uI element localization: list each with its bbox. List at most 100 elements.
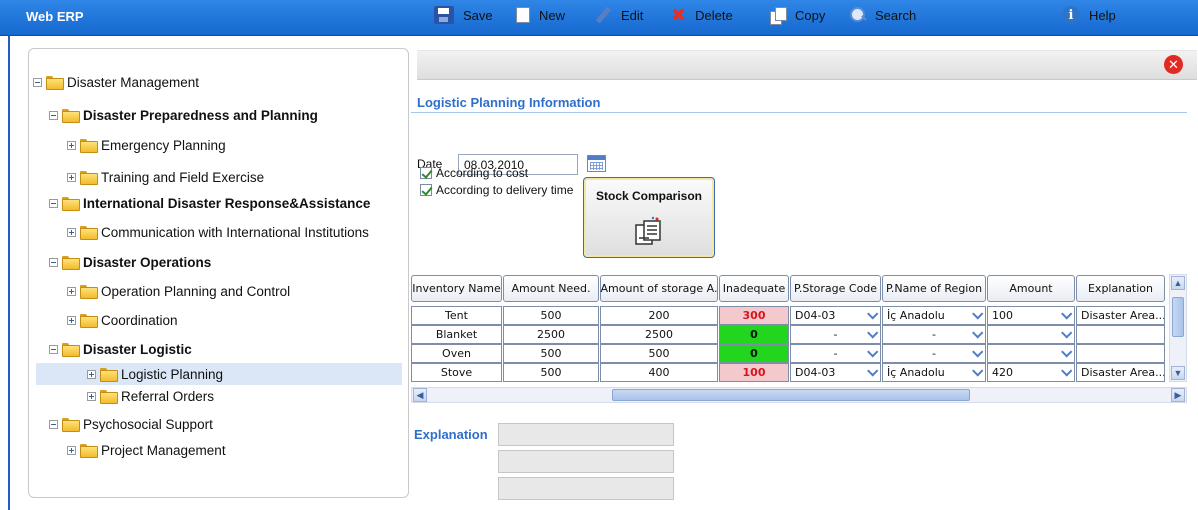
search-button[interactable]: Search [850,5,916,25]
chevron-down-icon[interactable] [1062,369,1071,375]
tree-item-referral-orders[interactable]: Referral Orders [87,385,214,407]
region-select[interactable]: İç Anadolu [882,306,986,325]
tree-item-operation-planning[interactable]: Operation Planning and Control [67,280,290,302]
chevron-down-icon[interactable] [868,312,877,318]
expand-icon[interactable] [67,140,76,150]
collapse-icon[interactable] [49,257,58,267]
tree-item-project-management[interactable]: Project Management [67,439,226,461]
amount-select[interactable] [987,325,1075,344]
checkmark-icon[interactable] [420,184,432,196]
region-select[interactable]: - [882,344,986,363]
expand-icon[interactable] [67,315,76,325]
save-button[interactable]: Save [434,5,493,25]
vertical-scrollbar[interactable]: ▲ ▼ [1169,274,1187,382]
explanation-field-1[interactable] [498,423,674,446]
close-icon[interactable]: ✕ [1164,55,1183,74]
cell-inventory-name[interactable]: Blanket [411,325,502,344]
cell-inventory-name[interactable]: Stove [411,363,502,382]
tree-item-communication[interactable]: Communication with International Institu… [67,221,369,243]
horizontal-scroll-thumb[interactable] [612,389,970,401]
storage-code-select[interactable]: D04-03 [790,306,881,325]
chevron-down-icon[interactable] [973,350,982,356]
tree-item-psychosocial-support[interactable]: Psychosocial Support [49,413,213,435]
help-button[interactable]: i Help [1062,5,1116,25]
scroll-down-icon[interactable]: ▼ [1171,366,1185,380]
collapse-icon[interactable] [49,110,58,120]
column-header-region[interactable]: P.Name of Region [882,275,986,302]
expand-icon[interactable] [67,286,76,296]
column-header-inadequate[interactable]: Inadequate [719,275,789,302]
scroll-up-icon[interactable]: ▲ [1171,276,1185,290]
scroll-left-icon[interactable]: ◀ [413,388,427,402]
cell-amount-need[interactable]: 500 [503,363,599,382]
expand-icon[interactable] [67,445,76,455]
copy-button[interactable]: Copy [770,5,825,25]
cell-amount-need[interactable]: 500 [503,306,599,325]
region-select[interactable]: İç Anadolu [882,363,986,382]
cell-explanation[interactable]: Disaster Area.... [1076,306,1165,325]
chevron-down-icon[interactable] [1062,350,1071,356]
collapse-icon[interactable] [49,198,58,208]
tree-item-emergency-planning[interactable]: Emergency Planning [67,134,226,156]
tree-item-disaster-preparedness[interactable]: Disaster Preparedness and Planning [49,104,318,126]
cell-inventory-name[interactable]: Oven [411,344,502,363]
column-header-amount-need[interactable]: Amount Need. [503,275,599,302]
checkmark-icon[interactable] [420,167,432,179]
tree-item-disaster-management[interactable]: Disaster Management [33,71,199,93]
amount-select[interactable]: 100 [987,306,1075,325]
calendar-icon[interactable] [587,155,606,172]
chevron-down-icon[interactable] [868,350,877,356]
delete-button[interactable]: ✖ Delete [671,5,733,25]
explanation-field-3[interactable] [498,477,674,500]
cell-amount-storage[interactable]: 400 [600,363,718,382]
tree-item-disaster-logistic[interactable]: Disaster Logistic [49,338,192,360]
expand-icon[interactable] [87,369,96,379]
according-to-cost-checkbox[interactable]: According to cost [420,166,528,180]
tree-item-disaster-operations[interactable]: Disaster Operations [49,251,211,273]
column-header-storage-code[interactable]: P.Storage Code [790,275,881,302]
cell-explanation[interactable]: Disaster Area.... [1076,363,1165,382]
cell-explanation[interactable] [1076,344,1165,363]
tree-item-international-response[interactable]: International Disaster Response&Assistan… [49,192,370,214]
cell-explanation[interactable] [1076,325,1165,344]
column-header-explanation[interactable]: Explanation [1076,275,1165,302]
storage-code-select[interactable]: - [790,325,881,344]
cell-amount-storage[interactable]: 2500 [600,325,718,344]
column-header-amount[interactable]: Amount [987,275,1075,302]
tree-item-coordination[interactable]: Coordination [67,309,178,331]
new-button[interactable]: New [516,5,565,25]
cell-amount-storage[interactable]: 200 [600,306,718,325]
cell-amount-need[interactable]: 2500 [503,325,599,344]
chevron-down-icon[interactable] [1062,331,1071,337]
horizontal-scrollbar[interactable]: ◀ ▶ [411,387,1187,403]
collapse-icon[interactable] [49,419,58,429]
stock-comparison-button[interactable]: Stock Comparison [583,177,715,258]
expand-icon[interactable] [67,227,76,237]
chevron-down-icon[interactable] [868,331,877,337]
tree-item-logistic-planning[interactable]: Logistic Planning [87,363,223,385]
expand-icon[interactable] [67,172,76,182]
cell-amount-storage[interactable]: 500 [600,344,718,363]
tree-item-training[interactable]: Training and Field Exercise [67,166,264,188]
region-select[interactable]: - [882,325,986,344]
chevron-down-icon[interactable] [973,331,982,337]
chevron-down-icon[interactable] [1062,312,1071,318]
chevron-down-icon[interactable] [973,369,982,375]
collapse-icon[interactable] [33,77,42,87]
cell-amount-need[interactable]: 500 [503,344,599,363]
amount-select[interactable] [987,344,1075,363]
chevron-down-icon[interactable] [973,312,982,318]
explanation-field-2[interactable] [498,450,674,473]
chevron-down-icon[interactable] [868,369,877,375]
column-header-amount-storage[interactable]: Amount of storage A. [600,275,718,302]
according-to-delivery-checkbox[interactable]: According to delivery time [420,183,573,197]
column-header-inventory-name[interactable]: Inventory Name [411,275,502,302]
amount-select[interactable]: 420 [987,363,1075,382]
storage-code-select[interactable]: - [790,344,881,363]
collapse-icon[interactable] [49,344,58,354]
expand-icon[interactable] [87,391,96,401]
vertical-scroll-thumb[interactable] [1172,297,1184,337]
cell-inventory-name[interactable]: Tent [411,306,502,325]
scroll-right-icon[interactable]: ▶ [1171,388,1185,402]
storage-code-select[interactable]: D04-03 [790,363,881,382]
